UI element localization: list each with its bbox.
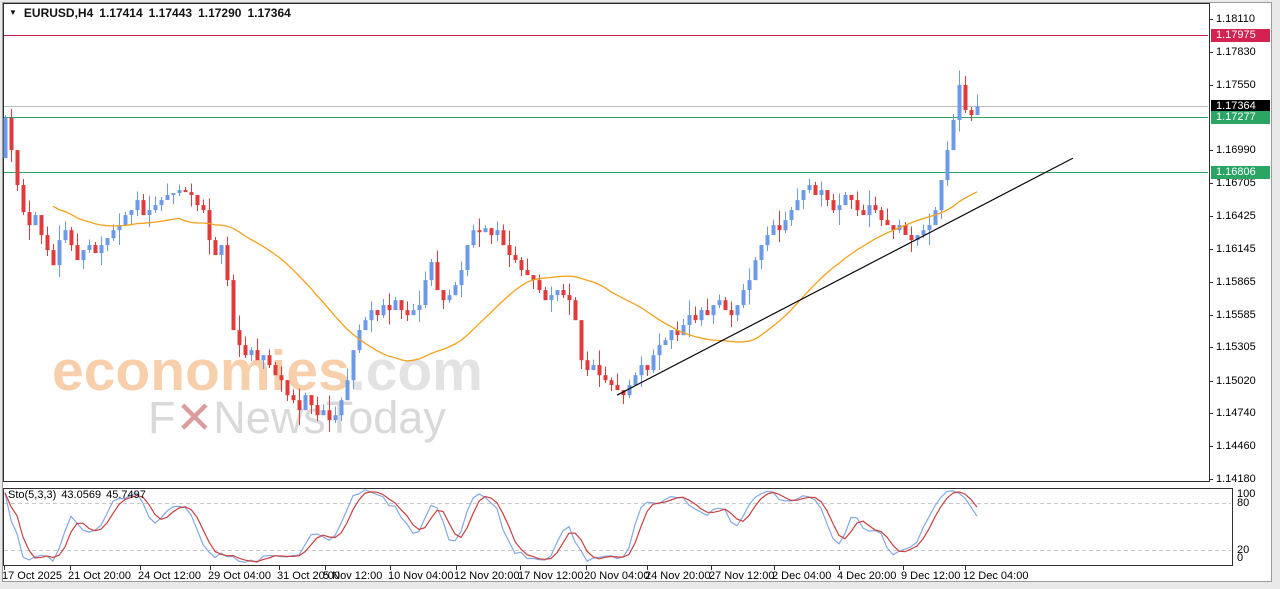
time-axis-label: 24 Oct 12:00 [138, 570, 201, 582]
support-price-badge: 1.16806 [1211, 166, 1270, 179]
stochastic-label: Sto(5,3,3) 43.0569 45.7497 [8, 489, 151, 501]
time-axis-label: 12 Nov 20:00 [454, 570, 519, 582]
time-axis-label: 17 Oct 2025 [2, 570, 62, 582]
chevron-down-icon[interactable]: ▼ [9, 8, 17, 17]
price-axis-label: 1.17830 [1216, 46, 1256, 58]
time-axis-label: 9 Dec 12:00 [901, 570, 960, 582]
chart-window: economies.com F✕NewsToday 1.181101.17830… [0, 0, 1280, 589]
time-axis-label: 20 Nov 04:00 [584, 570, 649, 582]
price-axis-label: 1.16145 [1216, 243, 1256, 255]
price-axis-label: 1.15865 [1216, 276, 1256, 288]
time-axis-label: 24 Nov 20:00 [645, 570, 710, 582]
price-axis-label: 1.15585 [1216, 309, 1256, 321]
stochastic-name: Sto(5,3,3) [8, 489, 56, 501]
time-axis-label: 4 Dec 20:00 [837, 570, 896, 582]
quote-low: 1.17290 [198, 6, 241, 20]
time-axis-label: 2 Dec 04:00 [772, 570, 831, 582]
time-axis-label: 27 Nov 12:00 [709, 570, 774, 582]
price-axis-label: 1.17550 [1216, 79, 1256, 91]
quote-open: 1.17414 [99, 6, 142, 20]
price-axis-label: 1.14180 [1216, 473, 1256, 485]
time-axis-label: 21 Oct 20:00 [68, 570, 131, 582]
resistance-price-badge: 1.17975 [1211, 29, 1270, 42]
time-axis-label: 5 Nov 12:00 [323, 570, 382, 582]
price-axis-label: 1.16990 [1216, 144, 1256, 156]
support-price-badge: 1.17277 [1211, 111, 1270, 124]
price-axis-label: 1.15305 [1216, 341, 1256, 353]
price-axis-label: 1.15020 [1216, 375, 1256, 387]
quote-high: 1.17443 [149, 6, 192, 20]
time-axis-label: 10 Nov 04:00 [388, 570, 453, 582]
stochastic-d-value: 45.7497 [106, 489, 146, 501]
price-axis-label: 1.16425 [1216, 210, 1256, 222]
price-axis-label: 1.18110 [1216, 13, 1255, 25]
stochastic-k-value: 43.0569 [61, 489, 101, 501]
time-axis-label: 17 Nov 12:00 [518, 570, 583, 582]
time-axis-label: 12 Dec 04:00 [963, 570, 1028, 582]
price-axis-label: 1.14740 [1216, 407, 1256, 419]
symbol-timeframe-label: EURUSD,H4 [24, 6, 93, 20]
time-axis-label: 29 Oct 04:00 [208, 570, 271, 582]
chart-title-bar: ▼ EURUSD,H4 1.17414 1.17443 1.17290 1.17364 [9, 6, 291, 20]
stochastic-scale-label: 0 [1237, 552, 1243, 564]
axis-labels-layer: 1.181101.178301.175501.169901.167051.164… [0, 0, 1280, 589]
price-axis-label: 1.14460 [1216, 440, 1256, 452]
stochastic-scale-label: 80 [1237, 497, 1249, 509]
quote-close: 1.17364 [247, 6, 290, 20]
